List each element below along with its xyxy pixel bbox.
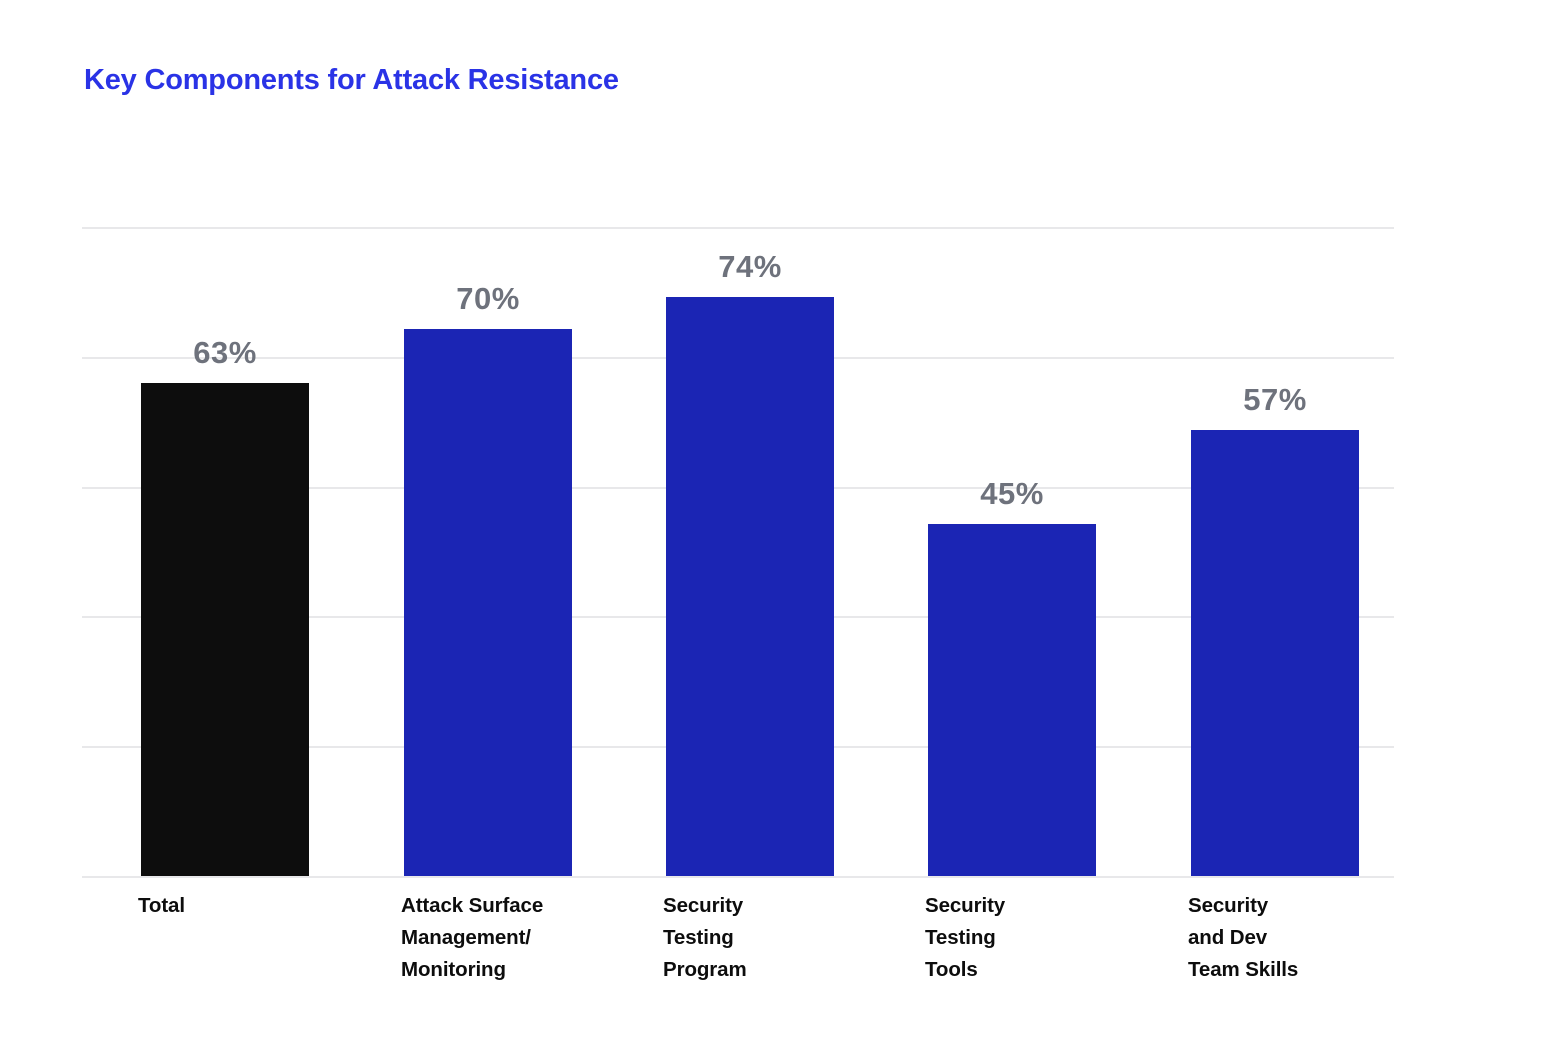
bar-value-label: 70% [456, 280, 520, 316]
chart-canvas: Key Components for Attack Resistance 63%… [0, 0, 1562, 1058]
bar-group[interactable]: 70% [404, 227, 572, 876]
category-label-line: Testing [663, 926, 734, 949]
bars-layer: 63% 70% 74% 45% 57% [82, 227, 1394, 876]
bar-group[interactable]: 74% [666, 227, 834, 876]
bar-value-label: 45% [980, 476, 1044, 512]
category-label-line: Total [138, 894, 185, 917]
category-label-line: Security [925, 894, 1006, 917]
category-label: Security Testing Tools [925, 890, 1005, 986]
category-label-line: Program [663, 958, 747, 981]
category-label: Total [138, 890, 185, 922]
category-label-line: Security [1188, 894, 1269, 917]
category-label-line: Attack Surface [401, 894, 544, 917]
bar[interactable] [666, 297, 834, 876]
bar-value-label: 63% [193, 335, 257, 371]
gridline [82, 876, 1394, 878]
category-label-line: Testing [925, 926, 996, 949]
bar[interactable] [141, 383, 309, 876]
category-label-line: and Dev [1188, 926, 1268, 949]
category-label-line: Management/ [401, 926, 531, 949]
bar-value-label: 57% [1243, 382, 1307, 418]
category-label: Security Testing Program [663, 890, 747, 986]
category-label: Security and Dev Team Skills [1188, 890, 1298, 986]
bar-group[interactable]: 45% [928, 227, 1096, 876]
bar[interactable] [928, 524, 1096, 876]
bar-value-label: 74% [718, 249, 782, 285]
x-axis-category-labels: Total Attack Surface Management/Monitoring… [82, 890, 1394, 1020]
plot-area: 63% 70% 74% 45% 57% [82, 227, 1394, 878]
category-label-line: Tools [925, 958, 978, 981]
chart-title: Key Components for Attack Resistance [84, 64, 619, 96]
category-label: Attack Surface Management/Monitoring [401, 890, 543, 986]
bar-group[interactable]: 57% [1191, 227, 1359, 876]
bar-group[interactable]: 63% [141, 227, 309, 876]
category-label-line: Team Skills [1188, 958, 1299, 981]
category-label-line: Monitoring [401, 958, 506, 981]
category-label-line: Security [663, 894, 744, 917]
bar[interactable] [1191, 430, 1359, 876]
bar[interactable] [404, 328, 572, 876]
